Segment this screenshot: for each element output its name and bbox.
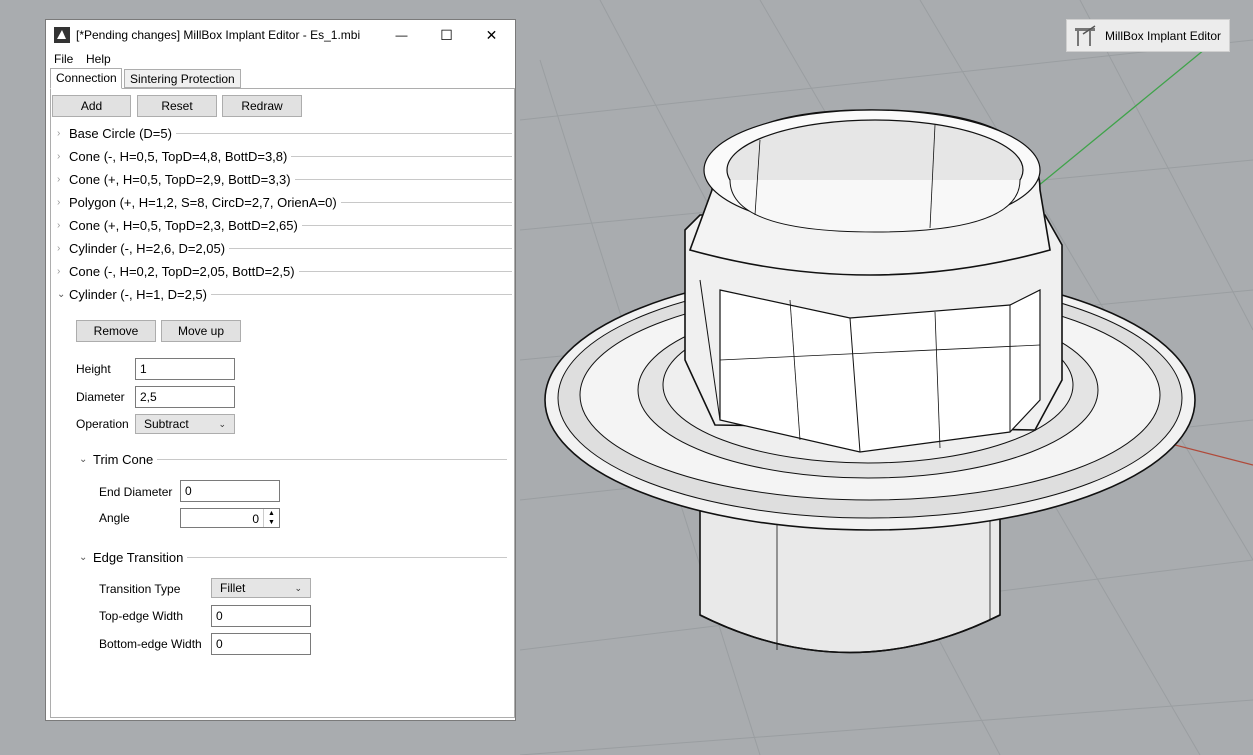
maximize-button[interactable]: ☐ (424, 20, 469, 50)
chevron-right-icon: › (57, 219, 61, 231)
chevron-right-icon: › (57, 127, 61, 139)
menu-help[interactable]: Help (86, 52, 111, 66)
tree-item-label: Cone (+, H=0,5, TopD=2,3, BottD=2,65) (69, 217, 298, 233)
tree-item-cylinder-1[interactable]: › Cylinder (-, H=2,6, D=2,05) (57, 238, 512, 258)
remove-button[interactable]: Remove (76, 320, 156, 342)
edge-transition-header[interactable]: ⌄ Edge Transition (79, 549, 508, 565)
operation-select[interactable]: Subtract ⌄ (135, 414, 235, 434)
end-diameter-label: End Diameter (99, 485, 173, 499)
implant-model[interactable] (544, 109, 1196, 654)
add-button[interactable]: Add (52, 95, 131, 117)
chevron-down-icon: ⌄ (57, 288, 66, 300)
tree-item-cone-3[interactable]: › Cone (+, H=0,5, TopD=2,3, BottD=2,65) (57, 215, 512, 235)
implant-editor-window: [*Pending changes] MillBox Implant Edito… (45, 19, 516, 721)
implant-editor-badge[interactable]: MillBox Implant Editor (1066, 19, 1230, 52)
bottom-edge-width-label: Bottom-edge Width (99, 637, 202, 651)
chevron-right-icon: › (57, 265, 61, 277)
maximize-icon: ☐ (440, 26, 453, 43)
end-diameter-input[interactable]: 0 (180, 480, 280, 502)
tree-item-label: Cone (-, H=0,2, TopD=2,05, BottD=2,5) (69, 263, 295, 279)
tree-item-label: Cone (+, H=0,5, TopD=2,9, BottD=3,3) (69, 171, 291, 187)
tree-item-label: Cone (-, H=0,5, TopD=4,8, BottD=3,8) (69, 148, 288, 164)
redraw-button[interactable]: Redraw (222, 95, 302, 117)
height-input[interactable]: 1 (135, 358, 235, 380)
tree-item-label: Base Circle (D=5) (69, 125, 172, 141)
implant-editor-icon (1075, 24, 1096, 46)
bottom-edge-width-input[interactable]: 0 (211, 633, 311, 655)
window-title: [*Pending changes] MillBox Implant Edito… (76, 28, 361, 42)
operation-value: Subtract (144, 417, 189, 431)
diameter-label: Diameter (76, 390, 125, 404)
trim-cone-title: Trim Cone (93, 451, 154, 467)
tree-item-cone-2[interactable]: › Cone (+, H=0,5, TopD=2,9, BottD=3,3) (57, 169, 512, 189)
transition-type-value: Fillet (220, 581, 246, 595)
menu-bar: File Help (46, 50, 515, 68)
tree-item-label: Polygon (+, H=1,2, S=8, CircD=2,7, Orien… (69, 194, 337, 210)
reset-button[interactable]: Reset (137, 95, 217, 117)
tree-item-cylinder-2[interactable]: ⌄ Cylinder (-, H=1, D=2,5) (57, 284, 512, 304)
edge-transition-title: Edge Transition (93, 549, 184, 565)
height-label: Height (76, 362, 111, 376)
tab-connection[interactable]: Connection (50, 68, 122, 89)
move-up-button[interactable]: Move up (161, 320, 241, 342)
close-icon: ✕ (485, 26, 498, 43)
chevron-right-icon: › (57, 196, 61, 208)
top-edge-width-input[interactable]: 0 (211, 605, 311, 627)
badge-label: MillBox Implant Editor (1105, 28, 1222, 43)
chevron-right-icon: › (57, 242, 61, 254)
chevron-down-icon: ⌄ (294, 582, 302, 593)
title-bar[interactable]: [*Pending changes] MillBox Implant Edito… (46, 20, 515, 50)
connection-panel: Add Reset Redraw › Base Circle (D=5) › Con… (50, 88, 515, 718)
angle-value: 0 (252, 512, 259, 526)
tree-item-polygon[interactable]: › Polygon (+, H=1,2, S=8, CircD=2,7, Orie… (57, 192, 512, 212)
angle-spinner[interactable]: 0 ▲ ▼ (180, 508, 280, 528)
tree-item-label: Cylinder (-, H=1, D=2,5) (69, 286, 207, 302)
chevron-down-icon: ⌄ (79, 551, 88, 563)
chevron-down-icon: ⌄ (79, 453, 88, 465)
minimize-button[interactable]: — (379, 20, 424, 50)
tree-item-base-circle[interactable]: › Base Circle (D=5) (57, 123, 512, 143)
top-edge-width-label: Top-edge Width (99, 609, 184, 623)
chevron-right-icon: › (57, 173, 61, 185)
tab-sintering-protection[interactable]: Sintering Protection (124, 69, 241, 88)
transition-type-label: Transition Type (99, 582, 181, 596)
tab-strip: Connection Sintering Protection (50, 68, 515, 89)
chevron-down-icon: ⌄ (218, 418, 226, 429)
diameter-input[interactable]: 2,5 (135, 386, 235, 408)
angle-label: Angle (99, 511, 130, 525)
spin-up-icon[interactable]: ▲ (264, 509, 279, 518)
app-icon (54, 27, 70, 43)
tree-item-label: Cylinder (-, H=2,6, D=2,05) (69, 240, 226, 256)
tree-item-cone-4[interactable]: › Cone (-, H=0,2, TopD=2,05, BottD=2,5) (57, 261, 512, 281)
trim-cone-header[interactable]: ⌄ Trim Cone (79, 451, 508, 467)
transition-type-select[interactable]: Fillet ⌄ (211, 578, 311, 598)
menu-file[interactable]: File (54, 52, 73, 66)
minimize-icon: — (395, 28, 408, 42)
close-button[interactable]: ✕ (469, 20, 514, 50)
operation-label: Operation (76, 417, 129, 431)
tree-item-cone-1[interactable]: › Cone (-, H=0,5, TopD=4,8, BottD=3,8) (57, 146, 512, 166)
chevron-right-icon: › (57, 150, 61, 162)
spin-down-icon[interactable]: ▼ (264, 518, 279, 527)
